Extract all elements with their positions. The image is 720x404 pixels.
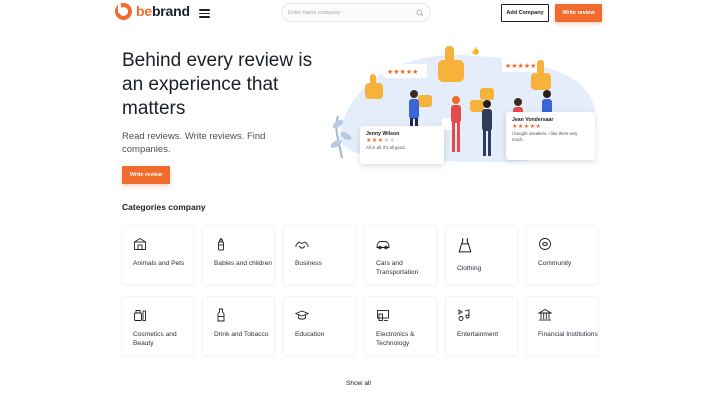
business-handshake-icon bbox=[295, 241, 309, 249]
show-all-link[interactable]: Show all bbox=[346, 380, 371, 387]
review-text: I bought sneakers. I like them very much… bbox=[512, 131, 578, 142]
logo[interactable]: bebrand bbox=[115, 3, 190, 20]
category-card-business[interactable]: Business bbox=[284, 226, 355, 284]
community-icon bbox=[539, 238, 551, 250]
logo-text: bebrand bbox=[136, 3, 190, 19]
hamburger-menu-icon[interactable] bbox=[199, 9, 210, 18]
svg-text:👍: 👍 bbox=[471, 46, 480, 55]
review-text: All in all, it's all good. bbox=[366, 145, 406, 150]
category-label: Entertainment bbox=[457, 331, 499, 338]
category-card-education[interactable]: Education bbox=[284, 297, 355, 355]
category-label: Babies and children bbox=[214, 260, 272, 267]
category-label: Cars and Transportation bbox=[376, 260, 419, 276]
electronics-icon bbox=[377, 310, 389, 321]
dress-icon bbox=[458, 238, 472, 253]
search-bar bbox=[281, 3, 431, 22]
animals-pets-icon bbox=[134, 237, 146, 250]
categories-title: Categories company bbox=[122, 202, 206, 212]
category-label: Animals and Pets bbox=[133, 260, 185, 267]
category-card-cosmetics-beauty[interactable]: Cosmetics and Beauty bbox=[122, 297, 193, 355]
category-card-babies-children[interactable]: Babies and children bbox=[203, 226, 274, 284]
category-card-animals-pets[interactable]: Animals and Pets bbox=[122, 226, 193, 284]
category-card-financial-institutions[interactable]: Financial Institutions bbox=[527, 297, 598, 355]
star-rating: ★★★★★ bbox=[512, 124, 542, 130]
category-label: Financial Institutions bbox=[538, 331, 598, 338]
entertainment-icon bbox=[458, 309, 470, 321]
category-label: Electronics & Technology bbox=[376, 331, 415, 347]
hero-subtitle: Read reviews. Write reviews. Find compan… bbox=[122, 131, 266, 155]
logo-icon bbox=[115, 3, 132, 20]
category-label: Business bbox=[295, 260, 322, 267]
rating-bubble-right: ★★★★★ bbox=[502, 58, 542, 72]
rating-bubble-left: ★★★★★ bbox=[383, 64, 427, 78]
category-card-entertainment[interactable]: Entertainment bbox=[446, 297, 517, 355]
write-review-hero-button[interactable]: Write review bbox=[122, 166, 170, 184]
header: bebrand Add Company Write review bbox=[0, 0, 720, 28]
svg-text:★★★★★: ★★★★★ bbox=[387, 68, 418, 76]
bank-icon bbox=[538, 308, 552, 321]
review-card: Jenny Wilson ★★★★★ All in all, it's all … bbox=[360, 126, 444, 164]
category-label: Drink and Tobacco bbox=[214, 331, 269, 338]
bottle-icon bbox=[217, 308, 225, 322]
hero-title: Behind every review is an experience tha… bbox=[122, 50, 313, 119]
graduation-cap-icon bbox=[295, 310, 309, 320]
cosmetics-icon bbox=[134, 310, 146, 321]
search-input[interactable] bbox=[288, 7, 408, 19]
svg-text:★★★★★: ★★★★★ bbox=[505, 62, 536, 70]
category-card-clothing[interactable]: Clothing bbox=[446, 226, 517, 284]
category-label: Community bbox=[538, 260, 572, 267]
write-review-header-button[interactable]: Write review bbox=[555, 4, 602, 22]
review-card: Jean Vondersaar ★★★★★ I bought sneakers.… bbox=[506, 112, 595, 160]
category-card-electronics-technology[interactable]: Electronics & Technology bbox=[365, 297, 436, 355]
star-rating: ★★★★★ bbox=[366, 138, 396, 144]
search-icon[interactable] bbox=[416, 9, 424, 17]
car-icon bbox=[376, 241, 390, 250]
category-label: Cosmetics and Beauty bbox=[133, 331, 177, 347]
category-card-cars-transportation[interactable]: Cars and Transportation bbox=[365, 226, 436, 284]
category-card-community[interactable]: Community bbox=[527, 226, 598, 284]
category-label: Clothing bbox=[457, 265, 482, 272]
add-company-button[interactable]: Add Company bbox=[501, 4, 549, 22]
baby-bottle-icon bbox=[218, 237, 224, 251]
category-label: Education bbox=[295, 331, 325, 338]
category-card-drink-tobacco[interactable]: Drink and Tobacco bbox=[203, 297, 274, 355]
